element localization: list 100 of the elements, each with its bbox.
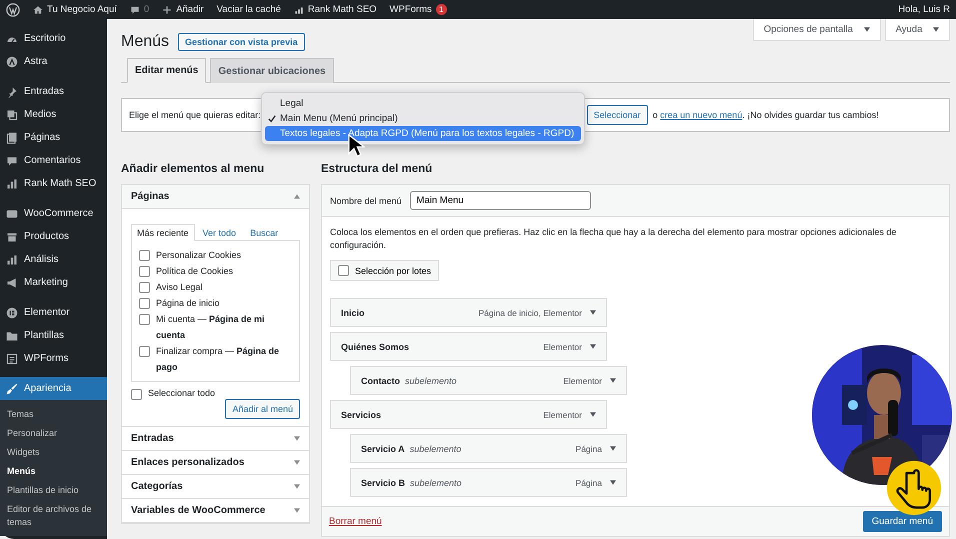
sidebar-item[interactable]: Plantillas <box>0 324 107 347</box>
sidebar-item[interactable]: Medios <box>0 103 107 126</box>
menu-item[interactable]: Servicios Elementor <box>330 400 607 429</box>
checkmark-icon <box>268 114 276 122</box>
sidebar-item[interactable]: Apariencia <box>0 377 107 400</box>
sidebar-item[interactable]: Escritorio <box>0 27 107 50</box>
menu-item-type: Elementor <box>543 342 582 352</box>
submenu-item[interactable]: Editor de archivos de temas <box>0 500 107 532</box>
sidebar-item[interactable]: Páginas <box>0 126 107 149</box>
caret-icon[interactable] <box>590 412 596 417</box>
caret-down-icon <box>294 508 300 513</box>
sidebar-item[interactable]: Elementor <box>0 301 107 324</box>
menu-item-note: subelemento <box>410 444 462 454</box>
admin-bar-item[interactable]: Rank Math SEO <box>294 4 377 15</box>
brush-icon <box>6 382 18 394</box>
astra-logo-icon <box>6 56 18 68</box>
checkbox[interactable] <box>139 250 150 261</box>
caret-icon <box>864 27 870 32</box>
menu-item-type: Elementor <box>563 376 602 386</box>
admin-bar-item[interactable]: Añadir <box>162 4 204 15</box>
form-icon <box>6 352 18 364</box>
menu-item-title: Quiénes Somos <box>341 342 410 352</box>
submenu-item[interactable]: Temas <box>0 405 107 424</box>
sidebar-item[interactable]: WPForms <box>0 347 107 370</box>
submenu-item[interactable]: Menús <box>0 462 107 481</box>
dropdown-option[interactable]: Legal <box>265 96 581 111</box>
sidebar-item[interactable]: Astra <box>0 50 107 73</box>
checkbox[interactable] <box>139 314 150 325</box>
count-badge: 1 <box>436 4 447 15</box>
admin-bar-item[interactable]: Vaciar la caché <box>216 4 281 15</box>
panel-tab[interactable]: Ver todo <box>196 224 242 241</box>
pages-icon <box>6 132 18 144</box>
checkbox[interactable] <box>139 346 150 357</box>
dropdown-option[interactable]: Textos legales - Adapta RGPD (Menú para los textos legales - RGPD) <box>265 126 581 141</box>
menu-name-field[interactable]: Main Menu <box>410 191 591 210</box>
menu-item[interactable]: Servicio B subelemento Página <box>350 468 627 497</box>
plus-icon <box>162 4 172 14</box>
field-label: Nombre del menú <box>330 196 402 206</box>
woo-logo-icon <box>6 208 18 220</box>
submenu-item[interactable]: Plantillas de inicio <box>0 481 107 500</box>
bar-chart-icon <box>6 178 18 190</box>
menu-item-type: Página de inicio, Elementor <box>478 308 582 318</box>
page-label: Aviso Legal <box>156 281 202 294</box>
preview-button[interactable]: Gestionar con vista previa <box>178 33 305 51</box>
tab[interactable]: Editar menús <box>127 58 206 83</box>
sidebar-item[interactable]: WooCommerce <box>0 202 107 225</box>
caret-icon[interactable] <box>590 344 596 349</box>
panel-tab[interactable]: Buscar <box>244 224 284 241</box>
create-menu-link[interactable]: crea un nuevo menú <box>660 110 742 120</box>
page-title: Menús <box>121 33 170 51</box>
menu-item[interactable]: Inicio Página de inicio, Elementor <box>330 298 607 327</box>
caret-icon[interactable] <box>610 446 616 451</box>
sidebar-item[interactable]: Análisis <box>0 248 107 271</box>
sidebar-item[interactable]: Marketing <box>0 271 107 294</box>
menu-item-type: Elementor <box>543 410 582 420</box>
caret-up-icon <box>294 194 300 199</box>
bar-chart-icon <box>6 254 18 266</box>
tab[interactable]: Gestionar ubicaciones <box>210 58 334 83</box>
menu-item-title: Servicio B <box>361 478 406 488</box>
bar-chart-icon <box>294 4 304 14</box>
select-button[interactable]: Seleccionar <box>586 105 648 125</box>
dropdown-option[interactable]: Main Menu (Menú principal) <box>265 111 581 126</box>
page-label: Mi cuenta — Página de mi cuenta <box>156 313 266 342</box>
save-menu-button[interactable]: Guardar menú <box>862 511 942 532</box>
menu-item[interactable]: Quiénes Somos Elementor <box>330 332 607 361</box>
sidebar-item[interactable]: Entradas <box>0 80 107 103</box>
menu-item[interactable]: Servicio A subelemento Página <box>350 434 627 463</box>
menu-item-title: Servicio A <box>361 444 405 454</box>
caret-icon <box>933 27 939 32</box>
submenu-item[interactable]: Widgets <box>0 443 107 462</box>
delete-menu-link[interactable]: Borrar menú <box>329 516 382 527</box>
caret-icon[interactable] <box>610 480 616 485</box>
panel-tab[interactable]: Más reciente <box>131 224 195 241</box>
select-label: Elige el menú que quieras editar: <box>129 110 261 120</box>
menu-item-note: subelemento <box>410 478 462 488</box>
screen-meta-button[interactable]: Ayuda <box>884 19 950 41</box>
accordion-header[interactable]: Páginas <box>122 185 309 209</box>
caret-icon[interactable] <box>590 310 596 315</box>
instructions-text: Coloca los elementos en el orden que prefieras. Haz clic en la flecha que hay a la derecha del elemento para mostrar opciones adicionales de configuración. <box>330 226 898 252</box>
checkbox[interactable] <box>131 389 142 400</box>
greeting[interactable]: Hola, Luis R <box>898 4 950 15</box>
home-icon <box>33 4 43 14</box>
screen-meta-button[interactable]: Opciones de pantalla <box>752 19 881 41</box>
checkbox[interactable] <box>139 282 150 293</box>
checkbox[interactable] <box>139 298 150 309</box>
bulk-select-button[interactable]: Selección por lotes <box>330 260 440 281</box>
menu-item[interactable]: Contacto subelemento Elementor <box>350 366 627 395</box>
wordpress-logo-icon[interactable] <box>6 2 20 16</box>
caret-icon[interactable] <box>610 378 616 383</box>
sidebar-item[interactable]: Comentarios <box>0 149 107 172</box>
admin-bar-item[interactable]: 0 <box>130 4 150 15</box>
add-to-menu-button[interactable]: Añadir al menú <box>225 399 300 419</box>
sidebar-item[interactable]: Rank Math SEO <box>0 172 107 195</box>
sidebar-item[interactable]: Productos <box>0 225 107 248</box>
submenu-item[interactable]: Personalizar <box>0 424 107 443</box>
checkbox[interactable] <box>139 266 150 277</box>
media-icon <box>6 108 18 120</box>
admin-bar-item[interactable]: Tu Negocio Aquí <box>33 4 117 15</box>
admin-bar-item[interactable]: WPForms 1 <box>390 4 447 15</box>
menu-item-title: Servicios <box>341 410 382 420</box>
